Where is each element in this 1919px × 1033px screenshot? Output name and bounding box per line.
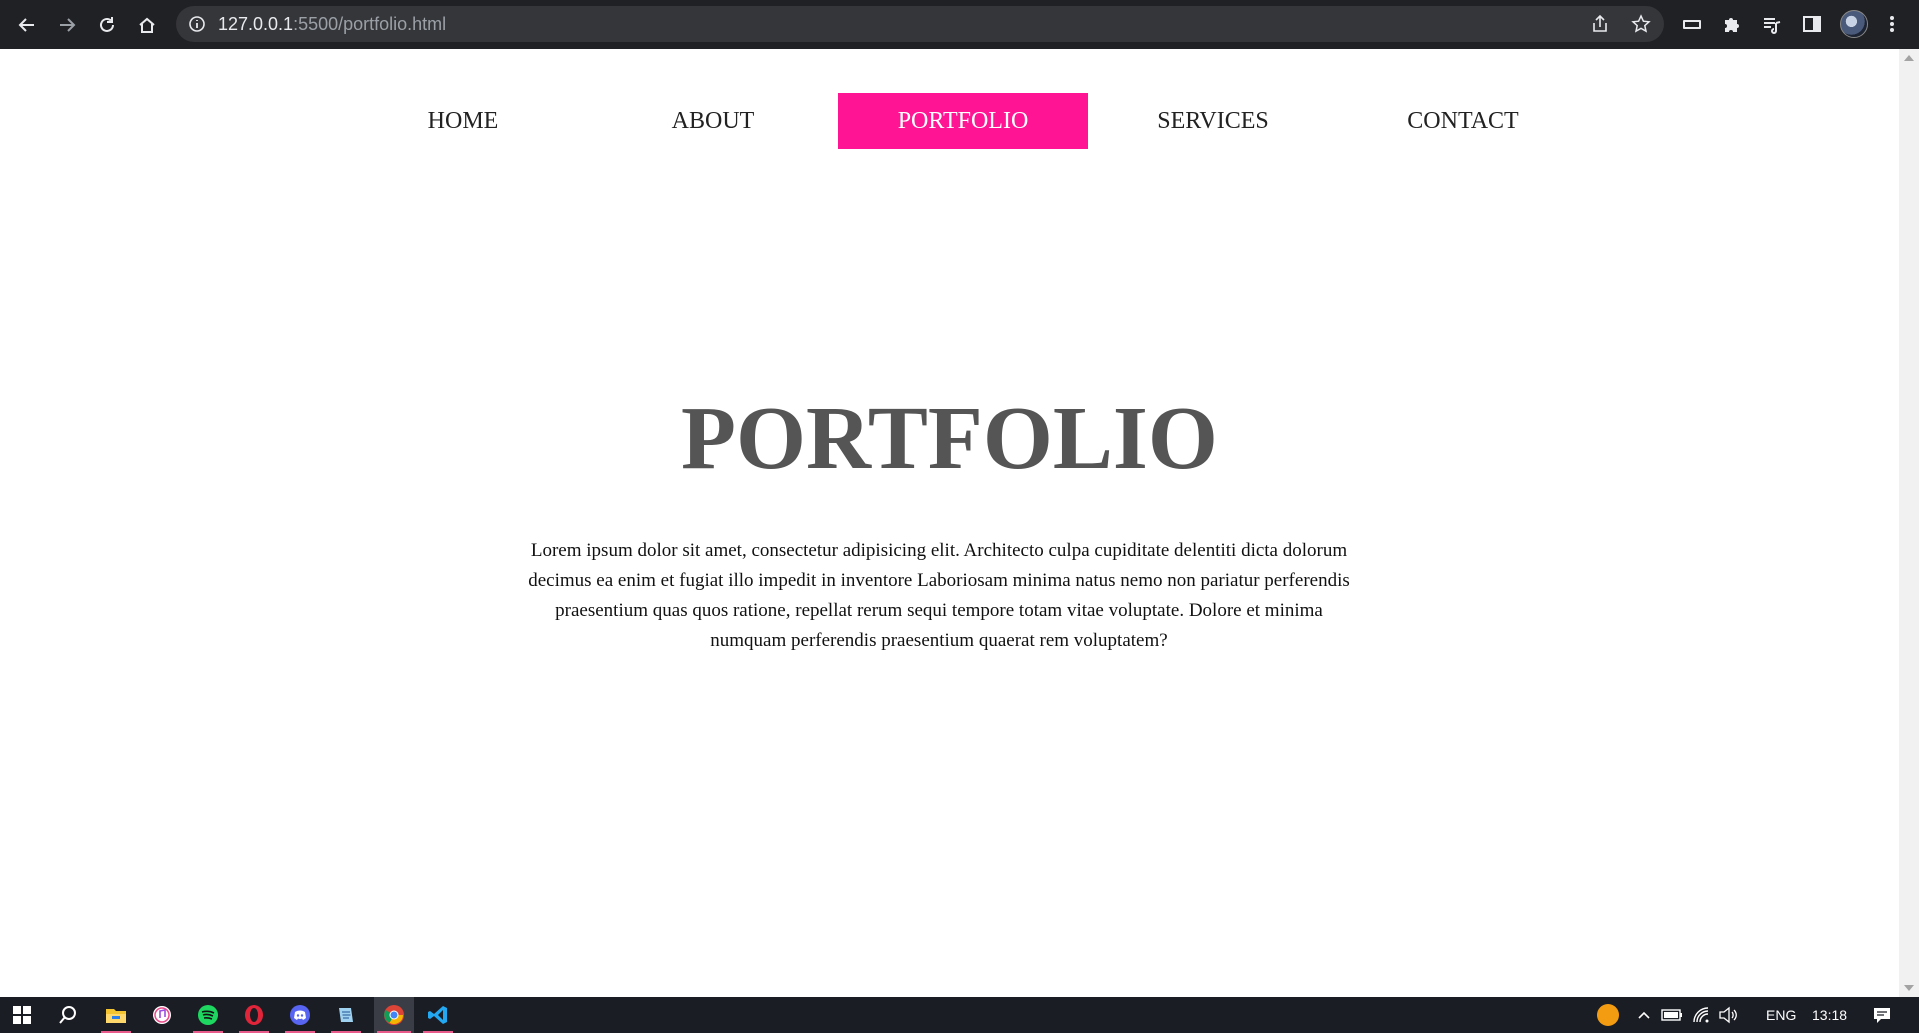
notifications-icon[interactable] (1864, 997, 1900, 1033)
nav-item-portfolio[interactable]: PORTFOLIO (838, 93, 1088, 149)
profile-avatar[interactable] (1840, 10, 1868, 38)
media-icon[interactable] (1680, 12, 1704, 36)
spotify-icon[interactable] (190, 997, 226, 1033)
language-indicator[interactable]: ENG (1766, 997, 1796, 1033)
page-title: PORTFOLIO (681, 389, 1218, 488)
orange-status-icon[interactable] (1590, 997, 1626, 1033)
page-description: Lorem ipsum dolor sit amet, consectetur … (528, 540, 1350, 651)
taskbar: ENG 13:18 (0, 997, 1919, 1033)
back-icon[interactable] (12, 10, 42, 40)
home-icon[interactable] (132, 10, 162, 40)
url-text[interactable]: 127.0.0.1:5500/portfolio.html (218, 6, 446, 42)
nav-item-about[interactable]: ABOUT (588, 93, 838, 149)
clock[interactable]: 13:18 (1812, 997, 1847, 1033)
browser-toolbar: 127.0.0.1:5500/portfolio.html (0, 0, 1919, 49)
main-nav: HOME ABOUT PORTFOLIO SERVICES CONTACT (338, 93, 1588, 149)
search-icon[interactable] (50, 997, 86, 1033)
url-path: :5500/portfolio.html (293, 14, 447, 34)
page-viewport: HOME ABOUT PORTFOLIO SERVICES CONTACT PO… (0, 49, 1899, 997)
share-icon[interactable] (1590, 14, 1610, 34)
start-icon[interactable] (4, 997, 40, 1033)
nav-item-contact[interactable]: CONTACT (1338, 93, 1588, 149)
bookmark-star-icon[interactable] (1631, 14, 1651, 34)
scroll-down-arrow-icon[interactable] (1904, 985, 1914, 991)
wifi-icon[interactable] (1688, 997, 1714, 1033)
chrome-icon[interactable] (374, 997, 414, 1033)
discord-icon[interactable] (282, 997, 318, 1033)
menu-dots-icon[interactable] (1880, 12, 1904, 36)
reading-list-icon[interactable] (1760, 12, 1784, 36)
scroll-up-arrow-icon[interactable] (1904, 55, 1914, 61)
opera-icon[interactable] (236, 997, 272, 1033)
url-host: 127.0.0.1 (218, 14, 294, 34)
reload-icon[interactable] (92, 10, 122, 40)
chevron-up-icon[interactable] (1632, 997, 1656, 1033)
nav-item-services[interactable]: SERVICES (1088, 93, 1338, 149)
side-panel-icon[interactable] (1800, 12, 1824, 36)
extensions-icon[interactable] (1720, 12, 1744, 36)
nav-item-home[interactable]: HOME (338, 93, 588, 149)
file-explorer-icon[interactable] (98, 997, 134, 1033)
notepad-icon[interactable] (328, 997, 364, 1033)
info-icon[interactable] (188, 15, 206, 33)
battery-icon[interactable] (1658, 997, 1686, 1033)
forward-icon[interactable] (52, 10, 82, 40)
itunes-icon[interactable] (144, 997, 180, 1033)
vscode-icon[interactable] (420, 997, 456, 1033)
address-bar[interactable]: 127.0.0.1:5500/portfolio.html (176, 6, 1664, 42)
volume-icon[interactable] (1714, 997, 1742, 1033)
vertical-scrollbar[interactable] (1899, 49, 1919, 997)
